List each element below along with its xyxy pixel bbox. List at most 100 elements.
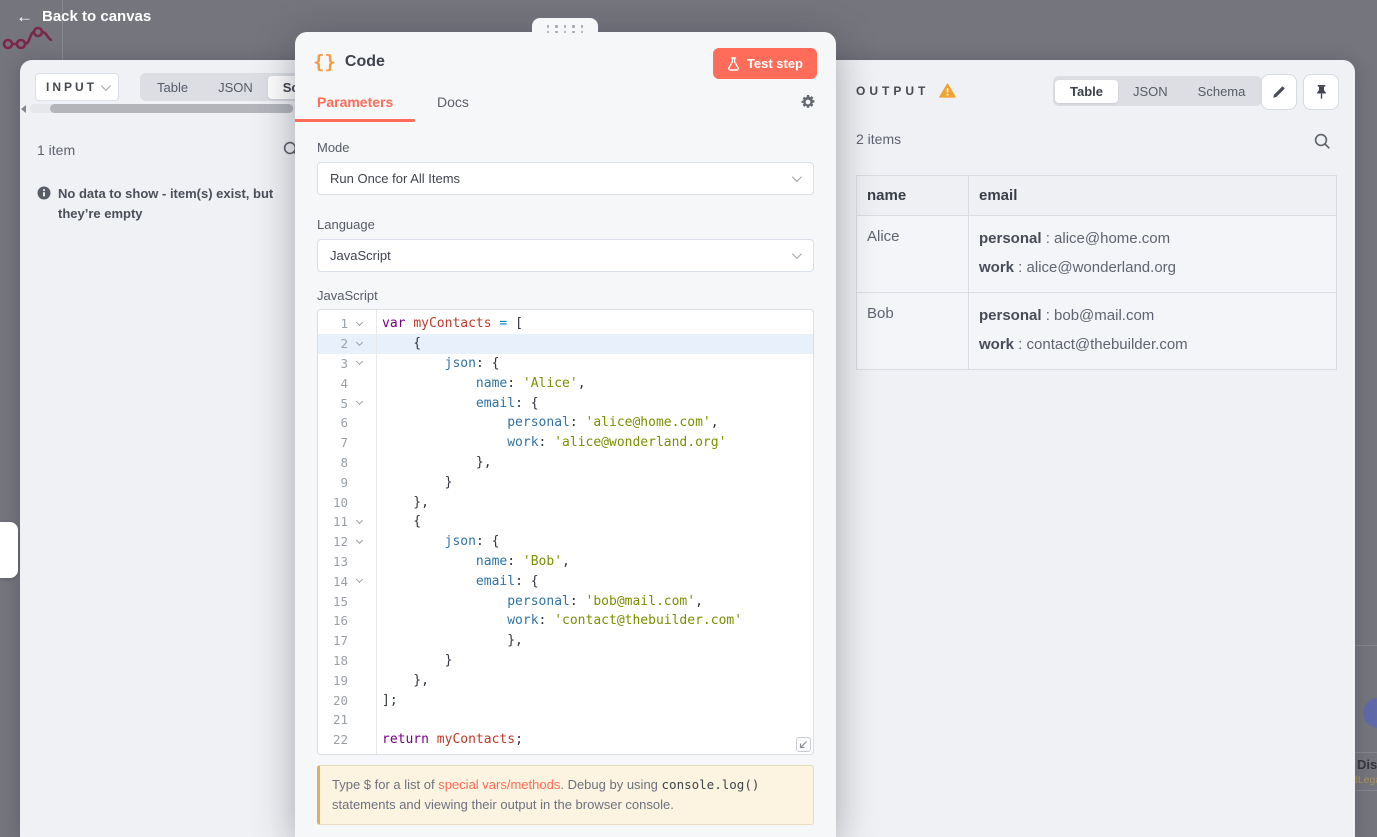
code-line[interactable]: 11 { (318, 512, 813, 532)
fold-chevron-icon[interactable] (348, 318, 370, 326)
line-number: 16 (332, 613, 348, 629)
node-card-divider (1355, 645, 1377, 646)
fold-chevron-icon[interactable] (348, 338, 370, 346)
code-line[interactable]: 13 name: 'Bob', (318, 552, 813, 572)
output-tab-schema[interactable]: Schema (1183, 80, 1261, 103)
hint-text: . Debug by using (560, 777, 662, 792)
cell-name: Bob (856, 292, 969, 370)
line-number: 14 (332, 573, 348, 589)
code-line[interactable]: 19 }, (318, 670, 813, 690)
code-line[interactable]: 6 personal: 'alice@home.com', (318, 413, 813, 433)
collapse-panel-handle[interactable] (0, 522, 18, 578)
node-card-divider (1355, 752, 1377, 753)
tab-docs[interactable]: Docs (437, 94, 469, 110)
code-line[interactable]: 10 }, (318, 492, 813, 512)
info-icon (37, 186, 51, 200)
scrollbar-thumb[interactable] (50, 104, 293, 113)
hint-code: console.log() (661, 777, 760, 792)
chevron-down-icon (791, 172, 802, 183)
input-tab-table[interactable]: Table (142, 76, 203, 99)
output-search-icon[interactable] (1314, 133, 1331, 150)
output-tab-json[interactable]: JSON (1118, 80, 1183, 103)
line-number: 2 (340, 336, 348, 352)
code-line[interactable]: 1 var myContacts = [ (318, 314, 813, 334)
node-title: Dis (1357, 757, 1377, 772)
tab-parameters[interactable]: Parameters (317, 94, 393, 110)
test-step-button[interactable]: Test step (712, 48, 817, 79)
output-table: name email Alice personal : alice@home.co… (856, 175, 1337, 370)
code-line[interactable]: 12 json: { (318, 532, 813, 552)
input-panel-label: INPUT (46, 80, 97, 94)
line-number: 13 (332, 553, 348, 569)
pin-data-button[interactable] (1303, 74, 1339, 110)
node-card-divider (1355, 790, 1377, 791)
output-items-count: 2 items (856, 131, 902, 147)
input-items-count: 1 item (37, 142, 76, 158)
code-line[interactable]: 21 (318, 710, 813, 730)
gear-icon[interactable] (800, 94, 816, 110)
mode-select[interactable]: Run Once for All Items (317, 162, 814, 195)
language-select[interactable]: JavaScript (317, 239, 814, 272)
code-line[interactable]: 4 name: 'Alice', (318, 373, 813, 393)
line-number: 12 (332, 534, 348, 550)
output-panel-label: OUTPUT (856, 83, 930, 98)
cell-email: personal : bob@mail.com work : contact@th… (968, 292, 1337, 370)
input-pane-selector[interactable]: INPUT (35, 73, 119, 101)
back-to-canvas-button[interactable]: ← Back to canvas (16, 8, 151, 25)
cell-email: personal : alice@home.com work : alice@wo… (968, 215, 1337, 293)
back-to-canvas-label: Back to canvas (42, 8, 152, 25)
code-line[interactable]: 18 } (318, 651, 813, 671)
fold-chevron-icon[interactable] (348, 576, 370, 584)
code-editor[interactable]: 1 var myContacts = [2 {3 json: {4 name: '… (317, 309, 814, 755)
hint-text: statements and viewing their output in t… (332, 796, 674, 812)
code-line[interactable]: 5 email: { (318, 393, 813, 413)
output-table-body: Alice personal : alice@home.com work : ali… (856, 215, 1337, 370)
code-line[interactable]: 3 json: { (318, 354, 813, 374)
code-line[interactable]: 2 { (318, 333, 813, 354)
column-header-name[interactable]: name (856, 175, 969, 216)
active-tab-underline (295, 119, 415, 122)
line-number: 17 (332, 633, 348, 649)
code-line[interactable]: 14 email: { (318, 571, 813, 591)
fold-chevron-icon[interactable] (348, 536, 370, 544)
code-line[interactable]: 16 work: 'contact@thebuilder.com' (318, 611, 813, 631)
language-label: Language (317, 217, 375, 232)
edit-output-button[interactable] (1261, 74, 1297, 110)
flask-icon (727, 56, 739, 71)
resize-grip-icon[interactable] (796, 737, 811, 752)
code-line[interactable]: 15 personal: 'bob@mail.com', (318, 591, 813, 611)
code-editor-label: JavaScript (317, 288, 378, 303)
editor-hint-callout: Type $ for a list of special vars/method… (317, 765, 814, 826)
output-tab-table[interactable]: Table (1055, 79, 1118, 103)
modal-drag-handle[interactable] (532, 18, 598, 40)
input-tab-json[interactable]: JSON (203, 76, 268, 99)
fold-chevron-icon[interactable] (348, 398, 370, 406)
scroll-left-arrow-icon[interactable] (21, 105, 26, 113)
canvas-node-fragment: Dis dLega (1352, 630, 1377, 810)
code-line[interactable]: 8 }, (318, 453, 813, 473)
mode-label: Mode (317, 140, 350, 155)
output-display-tabs: Table JSON Schema (1053, 76, 1263, 106)
code-line[interactable]: 17 }, (318, 631, 813, 651)
table-row[interactable]: Alice personal : alice@home.com work : ali… (856, 215, 1337, 293)
code-line[interactable]: 7 work: 'alice@wonderland.org' (318, 433, 813, 453)
code-line[interactable]: 22 return myContacts; (318, 730, 813, 750)
horizontal-scrollbar[interactable] (30, 104, 295, 113)
code-line[interactable]: 20]; (318, 690, 813, 710)
fold-chevron-icon[interactable] (348, 516, 370, 524)
chevron-down-icon (100, 80, 111, 91)
code-editor-lines: 1 var myContacts = [2 {3 json: {4 name: '… (318, 310, 813, 754)
fold-chevron-icon[interactable] (348, 358, 370, 366)
line-number: 21 (332, 712, 348, 728)
output-table-header: name email (856, 175, 1337, 216)
input-empty-message: No data to show - item(s) exist, but the… (58, 186, 274, 222)
special-vars-link[interactable]: special vars/methods (438, 777, 560, 792)
line-number: 11 (332, 514, 348, 530)
table-row[interactable]: Bob personal : bob@mail.com work : contact… (856, 292, 1337, 370)
mode-value: Run Once for All Items (330, 171, 461, 186)
code-line[interactable]: 9 } (318, 472, 813, 492)
line-number: 3 (340, 355, 348, 371)
line-number: 8 (340, 454, 348, 470)
column-header-email[interactable]: email (968, 175, 1337, 216)
test-step-label: Test step (746, 56, 803, 71)
